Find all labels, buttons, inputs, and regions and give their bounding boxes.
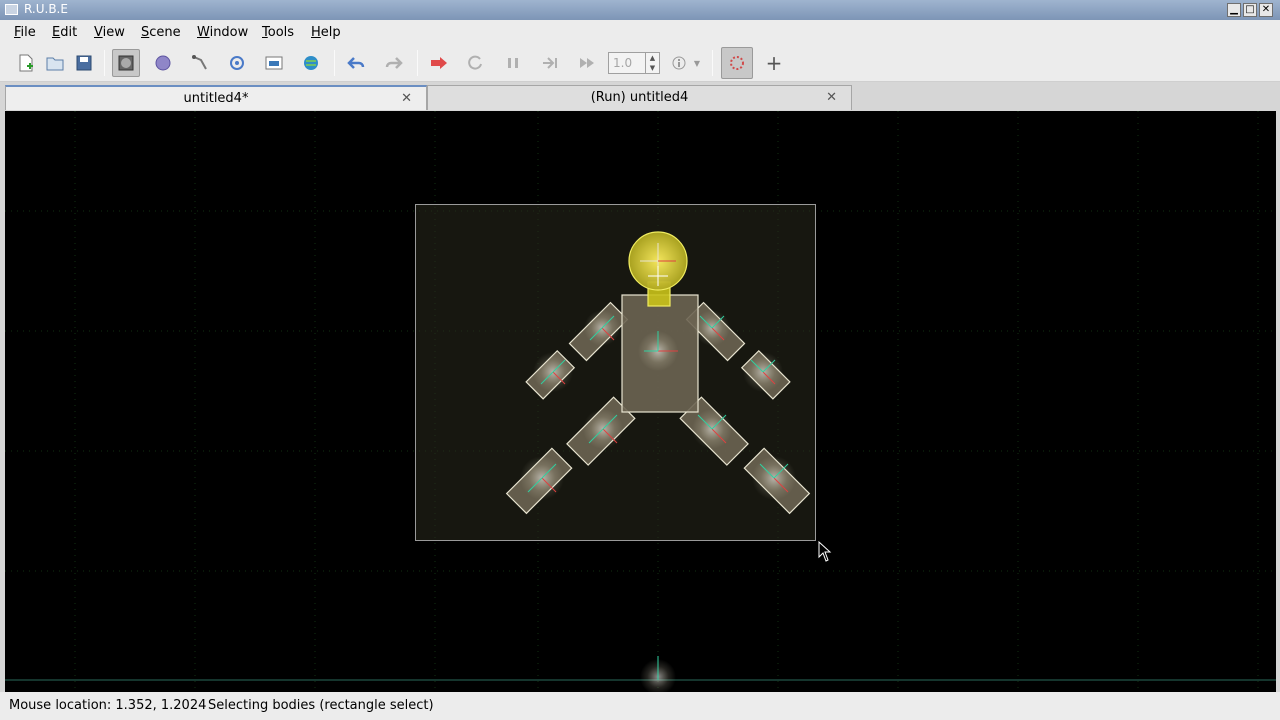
speed-value: 1.0 — [613, 56, 633, 70]
save-file-icon[interactable] — [72, 51, 96, 75]
spin-arrows-icon[interactable]: ▲ ▼ — [645, 53, 659, 73]
menu-file[interactable]: File — [14, 25, 36, 40]
tab-bar: untitled4* ✕ (Run) untitled4 ✕ — [0, 82, 1280, 110]
image-mode-icon[interactable] — [262, 51, 286, 75]
minimize-button[interactable]: ▁ — [1227, 3, 1241, 17]
run-simulation-icon[interactable] — [427, 51, 451, 75]
menu-view[interactable]: View — [94, 25, 125, 40]
menu-view-label: iew — [102, 25, 125, 40]
menu-file-label: ile — [20, 25, 36, 40]
open-file-icon[interactable] — [43, 51, 67, 75]
window-title: R.U.B.E — [24, 2, 68, 16]
tab-label: (Run) untitled4 — [590, 90, 689, 105]
menu-window-label: indow — [209, 25, 249, 40]
scene-viewport[interactable] — [5, 111, 1276, 692]
toolbar-separator — [104, 50, 105, 76]
speed-spinbox[interactable]: 1.0 ▲ ▼ — [608, 52, 660, 74]
close-window-button[interactable]: ✕ — [1259, 3, 1273, 17]
redo-icon[interactable] — [382, 51, 406, 75]
close-tab-icon[interactable]: ✕ — [401, 91, 412, 106]
maximize-button[interactable]: □ — [1243, 3, 1257, 17]
title-bar: R.U.B.E ▁ □ ✕ — [0, 0, 1280, 20]
menu-edit[interactable]: Edit — [52, 25, 77, 40]
vertex-mode-icon[interactable] — [188, 51, 212, 75]
world-mode-icon[interactable] — [299, 51, 323, 75]
toolbar-separator — [334, 50, 335, 76]
mouse-cursor-icon — [818, 541, 832, 562]
undo-icon[interactable] — [344, 51, 368, 75]
menu-window-mnemonic: W — [197, 25, 210, 40]
toolbar-separator — [417, 50, 418, 76]
body-mode-icon[interactable] — [112, 49, 140, 77]
fixture-mode-icon[interactable] — [151, 51, 175, 75]
menu-scene-label: cene — [149, 25, 181, 40]
menu-edit-mnemonic: E — [52, 25, 61, 40]
mouse-location-text: Mouse location: 1.352, 1.2024 — [9, 698, 207, 713]
toolbar-separator — [712, 50, 713, 76]
step-icon[interactable] — [538, 51, 562, 75]
dropdown-arrow-icon[interactable]: ▼ — [690, 51, 704, 75]
add-icon[interactable]: + — [762, 51, 786, 75]
menu-tools[interactable]: Tools — [262, 25, 294, 40]
status-mode-text: Selecting bodies (rectangle select) — [208, 698, 434, 713]
selection-mode-icon[interactable] — [721, 47, 753, 79]
close-tab-icon[interactable]: ✕ — [826, 90, 837, 105]
menu-edit-label: dit — [60, 25, 78, 40]
pause-icon[interactable] — [501, 51, 525, 75]
status-bar: Mouse location: 1.352, 1.2024 Selecting … — [0, 692, 1280, 720]
tab-run[interactable]: (Run) untitled4 ✕ — [427, 85, 852, 110]
menu-tools-label: ools — [267, 25, 295, 40]
info-icon[interactable] — [667, 51, 691, 75]
fast-forward-icon[interactable] — [575, 51, 599, 75]
menu-scene[interactable]: Scene — [141, 25, 181, 40]
joint-mode-icon[interactable] — [225, 51, 249, 75]
menu-bar: File Edit View Scene Window Tools Help — [0, 20, 1280, 44]
menu-help[interactable]: Help — [311, 25, 341, 40]
menu-window[interactable]: Window — [197, 25, 248, 40]
toolbar: 1.0 ▲ ▼ ▼ + — [0, 44, 1280, 82]
menu-help-mnemonic: H — [311, 25, 321, 40]
tab-label: untitled4* — [183, 91, 249, 106]
reset-icon[interactable] — [464, 51, 488, 75]
menu-help-label: elp — [320, 25, 341, 40]
tab-editor[interactable]: untitled4* ✕ — [5, 85, 427, 110]
new-file-icon[interactable] — [14, 51, 38, 75]
app-icon — [5, 4, 18, 15]
menu-view-mnemonic: V — [94, 25, 103, 40]
